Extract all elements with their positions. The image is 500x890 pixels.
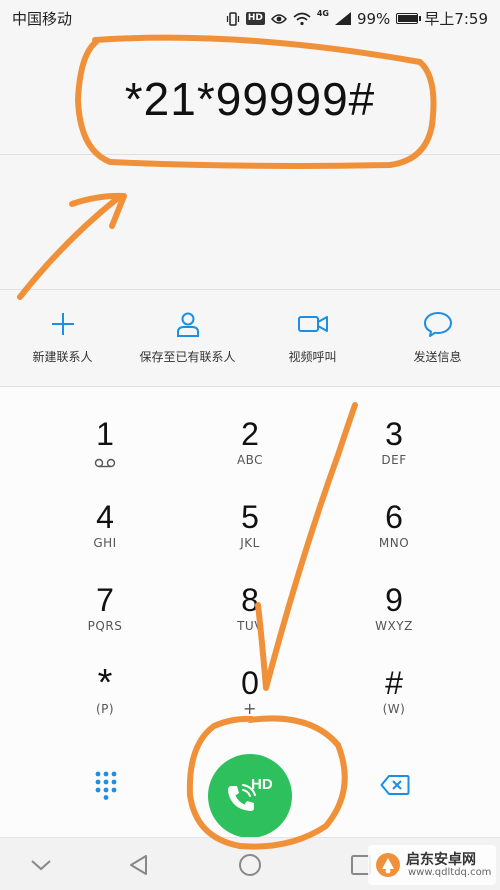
key-letters: WXYZ: [375, 619, 413, 633]
key-6[interactable]: 6 MNO: [334, 490, 454, 570]
new-contact-button[interactable]: 新建联系人: [0, 308, 125, 365]
save-to-existing-contact-button[interactable]: 保存至已有联系人: [125, 308, 250, 365]
watermark-url: www.qdltdq.com: [408, 867, 492, 878]
dial-controls: HD: [0, 720, 500, 838]
status-icons: HD 4G 99% 早上7:59: [226, 8, 488, 29]
video-camera-icon: [297, 316, 328, 332]
key-7[interactable]: 7 PQRS: [45, 573, 165, 653]
battery-percent: 99%: [356, 9, 391, 28]
key-digit: 0: [241, 665, 259, 701]
key-5[interactable]: 5 JKL: [190, 490, 310, 570]
wifi-icon: [293, 12, 311, 25]
key-digit: 7: [96, 582, 114, 618]
key-letters: +: [243, 699, 257, 718]
dialed-number: *21*99999#: [124, 73, 376, 125]
clock: 早上7:59: [424, 10, 488, 28]
person-icon: [176, 312, 199, 337]
nav-back-button[interactable]: [126, 852, 152, 878]
key-3[interactable]: 3 DEF: [334, 407, 454, 487]
key-digit: 9: [385, 582, 403, 618]
key-letters: (P): [95, 702, 115, 716]
key-2[interactable]: 2 ABC: [190, 407, 310, 487]
nav-collapse-button[interactable]: [28, 852, 54, 878]
backspace-icon[interactable]: [380, 774, 410, 796]
key-digit: #: [385, 665, 403, 701]
number-display[interactable]: *21*99999#: [0, 36, 500, 154]
key-digit: 8: [241, 582, 259, 618]
back-triangle-icon: [130, 855, 147, 875]
key-9[interactable]: 9 WXYZ: [334, 573, 454, 653]
hd-badge: HD: [245, 12, 265, 25]
key-letters: JKL: [240, 536, 260, 550]
action-label: 发送信息: [413, 350, 462, 364]
send-message-button[interactable]: 发送信息: [375, 308, 500, 365]
carrier-name: 中国移动: [12, 10, 73, 28]
eye-icon: [270, 13, 287, 24]
battery-fill: [398, 15, 419, 22]
plus-icon: [51, 313, 74, 335]
key-letters: TUV: [237, 619, 263, 633]
key-digit: 2: [241, 416, 259, 452]
key-digit: 3: [385, 416, 403, 452]
call-button[interactable]: HD: [208, 754, 292, 838]
video-call-button[interactable]: 视频呼叫: [250, 308, 375, 365]
signal-icon: [334, 12, 351, 25]
call-hd-label: HD: [251, 776, 273, 793]
key-letters: GHI: [93, 536, 117, 550]
watermark-name: 启东安卓网: [406, 852, 476, 868]
key-1[interactable]: 1: [45, 407, 165, 487]
home-circle-icon: [239, 854, 261, 876]
search-results-area: [0, 155, 500, 289]
action-label: 视频呼叫: [288, 350, 337, 364]
key-digit: 6: [385, 499, 403, 535]
key-4[interactable]: 4 GHI: [45, 490, 165, 570]
chat-bubble-icon: [423, 312, 452, 337]
key-letters: MNO: [378, 536, 410, 550]
action-label: 保存至已有联系人: [139, 350, 236, 364]
action-label: 新建联系人: [32, 350, 93, 364]
key-digit: 1: [96, 416, 114, 452]
watermark-logo-icon: [376, 853, 400, 877]
voicemail-icon: [94, 458, 116, 468]
key-digit: 5: [241, 499, 259, 535]
key-letters: ABC: [236, 453, 264, 467]
key-digit: 4: [96, 499, 114, 535]
chevron-down-icon: [31, 860, 51, 871]
key-8[interactable]: 8 TUV: [190, 573, 310, 653]
vibrate-icon: [226, 11, 239, 26]
key-letters: PQRS: [87, 619, 123, 633]
dialpad-toggle-icon[interactable]: [94, 770, 118, 800]
battery-icon: [396, 13, 422, 24]
network-type: 4G: [316, 9, 329, 18]
key-letters: (W): [382, 702, 406, 716]
status-bar: 中国移动 HD 4G 99% 早上7:59: [0, 0, 500, 36]
key-letters: DEF: [381, 453, 407, 467]
site-watermark: 启东安卓网 www.qdltdq.com: [368, 845, 496, 885]
nav-home-button[interactable]: [237, 852, 263, 878]
quick-actions-row: 新建联系人 保存至已有联系人 视频呼叫 发送信息: [0, 290, 500, 386]
key-digit: *: [97, 662, 113, 704]
